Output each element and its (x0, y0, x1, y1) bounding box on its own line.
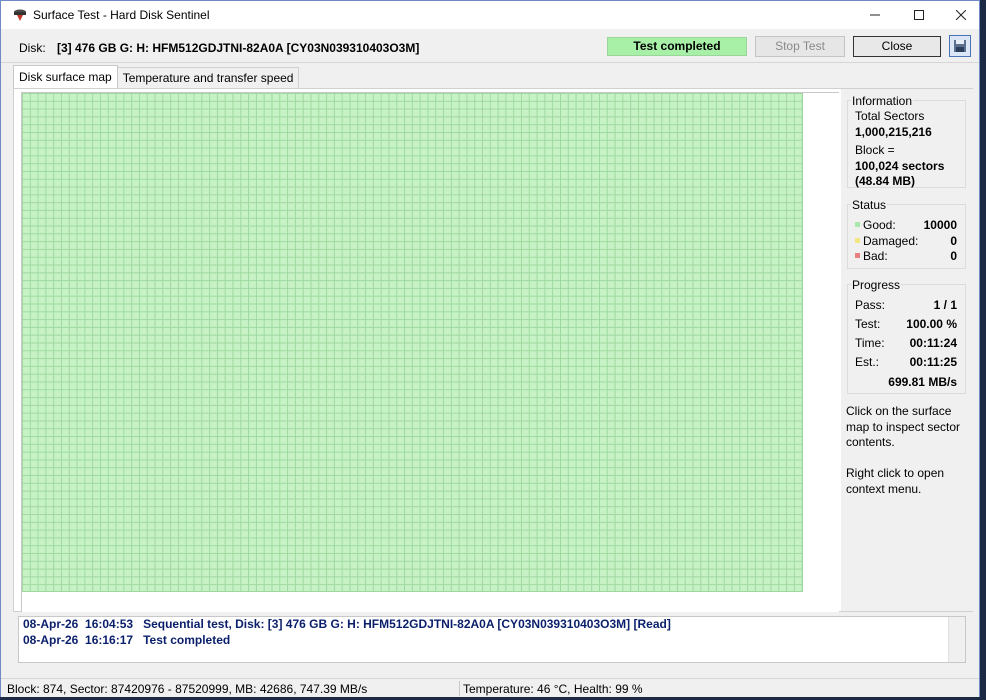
status-bar: Block: 874, Sector: 87420976 - 87520999,… (1, 678, 979, 697)
block-label: Block = (855, 143, 895, 157)
tab-disk-surface-map[interactable]: Disk surface map (13, 65, 118, 88)
time-value: 00:11:24 (909, 336, 957, 350)
log-entry: 08-Apr-26 16:16:17 Test completed (23, 633, 230, 647)
hdd-sentinel-icon (13, 8, 27, 22)
log-time: 16:04:53 (85, 617, 134, 631)
save-button[interactable] (949, 35, 971, 57)
good-row: Good: 10000 (855, 218, 957, 232)
speed-value: 699.81 MB/s (888, 375, 957, 389)
good-value: 10000 (923, 218, 957, 232)
side-panel: Information Total Sectors 1,000,215,216 … (841, 89, 973, 611)
log-message: Test completed (143, 633, 231, 647)
surface-map-area[interactable] (21, 92, 839, 612)
disk-value: [3] 476 GB G: H: HFM512GDJTNI-82A0A [CY0… (57, 41, 420, 55)
bad-value: 0 (950, 249, 957, 263)
maximize-icon (914, 10, 924, 20)
close-icon (956, 10, 966, 20)
damaged-row: Damaged: 0 (855, 234, 957, 248)
tab-bar: Disk surface map Temperature and transfe… (13, 65, 300, 89)
good-label: Good: (863, 218, 896, 232)
est-row: Est.: 00:11:25 (855, 355, 957, 369)
log-message: Sequential test, Disk: [3] 476 GB G: H: … (143, 617, 671, 631)
time-row: Time: 00:11:24 (855, 336, 957, 350)
est-label: Est.: (855, 355, 880, 369)
window-title: Surface Test - Hard Disk Sentinel (33, 8, 210, 22)
test-label: Test: (855, 317, 881, 331)
surface-test-window: Surface Test - Hard Disk Sentinel Disk: … (0, 0, 980, 697)
title-bar: Surface Test - Hard Disk Sentinel (1, 1, 979, 29)
status-title: Status (851, 198, 888, 212)
damaged-label: Damaged: (863, 234, 919, 248)
status-group: Status Good: 10000 Damaged: 0 Bad: 0 (847, 198, 966, 269)
disk-row: Disk: [3] 476 GB G: H: HFM512GDJTNI-82A0… (1, 29, 979, 63)
status-badge: Test completed (607, 37, 747, 56)
close-button[interactable]: Close (853, 36, 941, 57)
disk-label: Disk: (19, 41, 46, 55)
status-bar-temperature-health: Temperature: 46 °C, Health: 99 % (463, 682, 643, 696)
total-sectors-label: Total Sectors (855, 109, 925, 123)
tab-temperature-transfer-speed[interactable]: Temperature and transfer speed (117, 67, 300, 88)
total-sectors-value: 1,000,215,216 (855, 125, 932, 139)
test-row: Test: 100.00 % (855, 317, 957, 331)
log-list[interactable]: 08-Apr-26 16:04:53 Sequential test, Disk… (18, 616, 966, 663)
log-entry: 08-Apr-26 16:04:53 Sequential test, Disk… (23, 617, 671, 631)
status-bar-divider (459, 681, 460, 696)
save-icon (954, 40, 966, 52)
minimize-button[interactable] (853, 1, 897, 29)
help-text-inspect: Click on the surface map to inspect sect… (846, 404, 961, 449)
pass-row: Pass: 1 / 1 (855, 298, 957, 312)
log-date: 08-Apr-26 (23, 633, 79, 647)
est-value: 00:11:25 (909, 355, 957, 369)
time-label: Time: (855, 336, 885, 350)
good-swatch (855, 222, 860, 228)
progress-title: Progress (851, 278, 902, 292)
bad-swatch (855, 253, 860, 259)
test-value: 100.00 % (906, 317, 957, 331)
speed-row: 699.81 MB/s (855, 375, 957, 389)
bad-label: Bad: (863, 249, 888, 263)
status-bar-block-info: Block: 874, Sector: 87420976 - 87520999,… (7, 682, 368, 696)
stop-test-button[interactable]: Stop Test (755, 36, 845, 57)
bad-row: Bad: 0 (855, 249, 957, 263)
information-title: Information (851, 94, 914, 108)
log-scrollbar[interactable] (948, 617, 965, 662)
block-sectors-value: 100,024 sectors (855, 159, 945, 173)
tab-panel: Information Total Sectors 1,000,215,216 … (13, 88, 973, 612)
minimize-icon (870, 14, 880, 16)
damaged-value: 0 (950, 234, 957, 248)
maximize-button[interactable] (897, 1, 941, 29)
pass-label: Pass: (855, 298, 886, 312)
surface-map-grid[interactable] (22, 93, 803, 592)
log-time: 16:16:17 (85, 633, 134, 647)
information-group: Information Total Sectors 1,000,215,216 … (847, 94, 966, 188)
log-date: 08-Apr-26 (23, 617, 79, 631)
damaged-swatch (855, 238, 860, 244)
help-text-context-menu: Right click to open context menu. (846, 466, 945, 496)
pass-value: 1 / 1 (933, 298, 957, 312)
block-mb-value: (48.84 MB) (855, 174, 916, 188)
window-close-button[interactable] (939, 1, 983, 29)
progress-group: Progress Pass: 1 / 1 Test: 100.00 % Time… (847, 278, 966, 394)
